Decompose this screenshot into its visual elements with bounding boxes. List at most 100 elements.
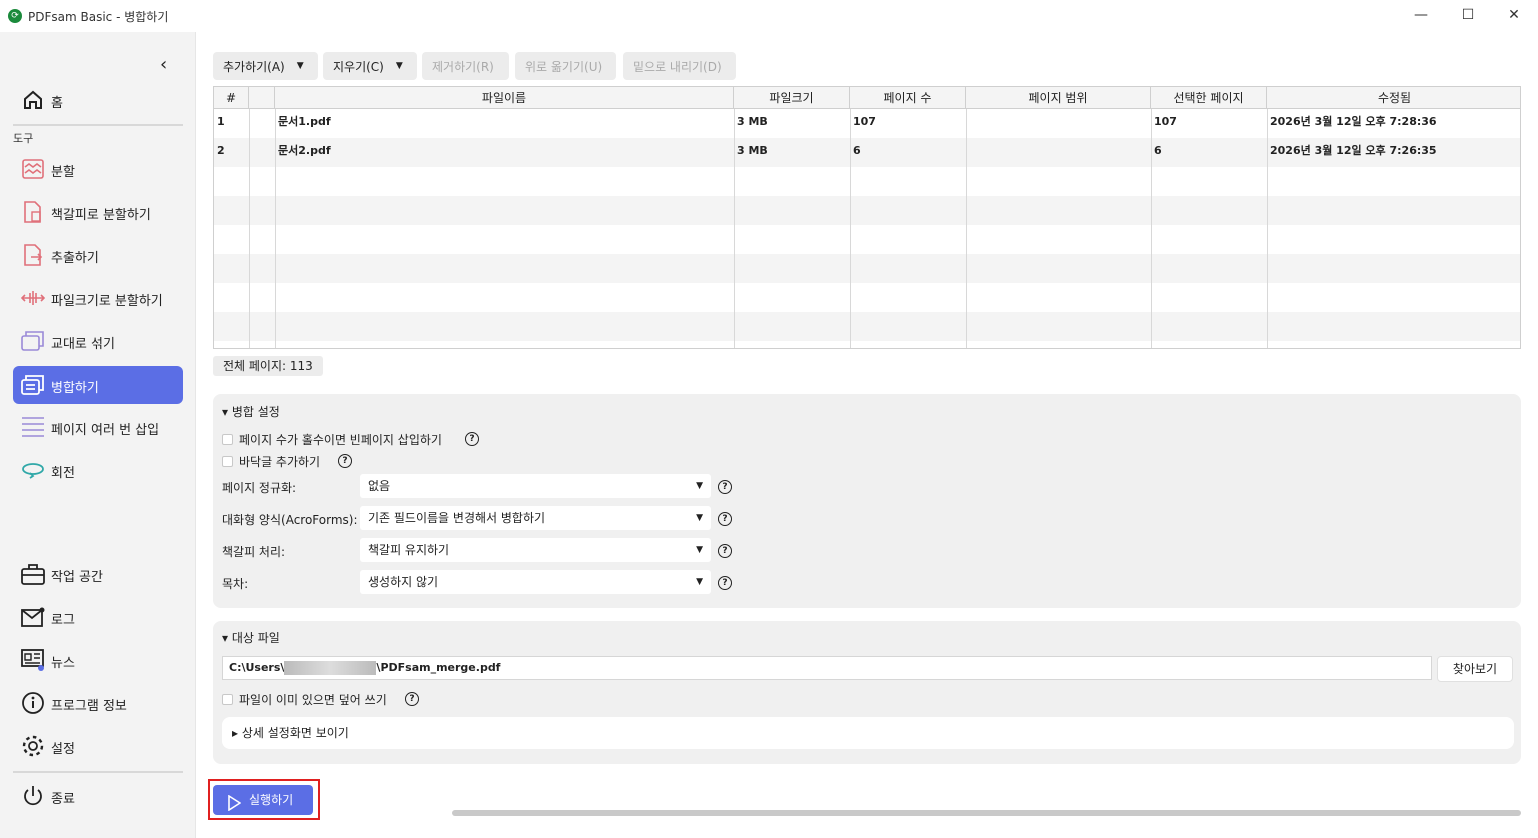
destination-path-input[interactable]: C:\Users\ \PDFsam_merge.pdf (222, 656, 1432, 680)
column-header-icon[interactable] (249, 87, 275, 109)
run-button[interactable]: 실행하기 (213, 785, 313, 815)
overwrite-label[interactable]: 파일이 이미 있으면 덮어 쓰기 (239, 691, 387, 708)
sidebar-item-split[interactable]: 분할 (13, 150, 183, 188)
sidebar-item-log[interactable]: 로그 (13, 598, 183, 636)
cell-selected-pages: 6 (1154, 144, 1162, 157)
section-label-tools: 도구 (13, 132, 34, 145)
cell-size: 3 MB (737, 115, 768, 128)
bookmarks-select[interactable]: 책갈피 유지하기 ▼ (360, 538, 711, 562)
log-icon (21, 606, 45, 628)
close-icon[interactable]: ✕ (1499, 4, 1529, 26)
play-icon (227, 792, 242, 822)
chevron-down-icon: ▼ (395, 61, 403, 71)
help-icon[interactable]: ? (718, 480, 732, 494)
help-icon[interactable]: ? (718, 576, 732, 590)
sidebar-item-info[interactable]: 프로그램 정보 (13, 684, 183, 722)
cell-filename: 문서2.pdf (278, 144, 331, 157)
sidebar-item-extract[interactable]: 추출하기 (13, 236, 183, 274)
help-icon[interactable]: ? (718, 512, 732, 526)
column-header-pages[interactable]: 페이지 수 (850, 87, 966, 109)
insert-pages-icon (21, 416, 45, 438)
empty-row (214, 283, 1520, 312)
help-icon[interactable]: ? (338, 454, 352, 468)
cell-modified: 2026년 3월 12일 오후 7:26:35 (1270, 144, 1437, 157)
merge-settings-header[interactable]: ▾ 병합 설정 (222, 403, 280, 420)
alternate-mix-icon (21, 330, 45, 352)
column-header-page-range[interactable]: 페이지 범위 (966, 87, 1151, 109)
footer-checkbox[interactable] (222, 456, 233, 467)
blank-page-label[interactable]: 페이지 수가 홀수이면 빈페이지 삽입하기 (239, 431, 442, 448)
info-icon (21, 692, 45, 714)
chevron-down-icon: ▼ (696, 577, 703, 587)
sidebar-item-news[interactable]: 뉴스 (13, 641, 183, 679)
browse-button[interactable]: 찾아보기 (1437, 656, 1513, 682)
remove-button[interactable]: 제거하기(R) (422, 52, 509, 80)
main-content: 추가하기(A) ▼ 지우기(C) ▼ 제거하기(R) 위로 옮기기(U) 밑으로 내… (197, 32, 1538, 838)
help-icon[interactable]: ? (405, 692, 419, 706)
forms-label: 대화형 양식(AcroForms): (222, 513, 358, 527)
destination-header[interactable]: ▾ 대상 파일 (222, 629, 280, 646)
sidebar-item-insert-pages[interactable]: 페이지 여러 번 삽입 (13, 408, 183, 446)
sidebar-item-rotate[interactable]: 회전 (13, 451, 183, 489)
normalize-select[interactable]: 없음 ▼ (360, 474, 711, 498)
title-bar: ⟳ PDFsam Basic - 병합하기 — ☐ ✕ (0, 0, 1538, 32)
footer-label[interactable]: 바닥글 추가하기 (239, 453, 320, 470)
extract-icon (21, 244, 45, 266)
split-size-icon (21, 287, 45, 309)
home-icon (21, 89, 45, 111)
table-row[interactable]: 2 문서2.pdf 3 MB 6 6 2026년 3월 12일 오후 7:26:… (214, 138, 1520, 167)
split-bookmarks-icon (21, 201, 45, 223)
table-row[interactable]: 1 문서1.pdf 3 MB 107 107 2026년 3월 12일 오후 7… (214, 109, 1520, 138)
maximize-icon[interactable]: ☐ (1453, 4, 1483, 26)
column-header-modified[interactable]: 수정됨 (1267, 87, 1520, 109)
empty-row (214, 312, 1520, 341)
cell-filename: 문서1.pdf (278, 115, 331, 128)
split-icon (21, 158, 45, 180)
sidebar-item-settings[interactable]: 설정 (13, 727, 183, 765)
column-divider (850, 109, 851, 348)
column-divider (966, 109, 967, 348)
chevron-down-icon: ▼ (696, 545, 703, 555)
chevron-down-icon: ▼ (696, 481, 703, 491)
help-icon[interactable]: ? (465, 432, 479, 446)
triangle-down-icon: ▾ (222, 405, 232, 419)
blank-page-checkbox[interactable] (222, 434, 233, 445)
toc-select[interactable]: 생성하지 않기 ▼ (360, 570, 711, 594)
cell-selected-pages: 107 (1154, 115, 1177, 128)
column-header-number[interactable]: # (214, 87, 249, 109)
advanced-settings-toggle[interactable]: ▸ 상세 설정화면 보이기 (222, 717, 1514, 749)
sidebar-item-merge[interactable]: 병합하기 (13, 366, 183, 404)
rotate-icon (21, 459, 45, 481)
column-header-selected-pages[interactable]: 선택한 페이지 (1151, 87, 1267, 109)
sidebar-item-alternate-mix[interactable]: 교대로 섞기 (13, 322, 183, 360)
sidebar-item-split-bookmarks[interactable]: 책갈피로 분할하기 (13, 193, 183, 231)
column-divider (1151, 109, 1152, 348)
sidebar: ‹ 홈 도구 분할 책갈피로 분할하기 추출하기 파일크기로 분할하기 교대로 … (0, 32, 196, 838)
empty-row (214, 254, 1520, 283)
chevron-down-icon: ▼ (296, 61, 304, 71)
file-table[interactable]: # 파일이름 파일크기 페이지 수 페이지 범위 선택한 페이지 수정됨 1 문… (213, 86, 1521, 349)
chevron-left-icon[interactable]: ‹ (160, 54, 167, 75)
news-icon (21, 649, 45, 671)
move-up-button[interactable]: 위로 옮기기(U) (515, 52, 616, 80)
sidebar-item-home[interactable]: 홈 (13, 81, 183, 119)
overwrite-checkbox[interactable] (222, 694, 233, 705)
workspace-icon (21, 563, 45, 585)
sidebar-item-split-size[interactable]: 파일크기로 분할하기 (13, 279, 183, 317)
column-header-filename[interactable]: 파일이름 (275, 87, 734, 109)
window-title: PDFsam Basic - 병합하기 (28, 10, 169, 24)
cell-modified: 2026년 3월 12일 오후 7:28:36 (1270, 115, 1437, 128)
add-button[interactable]: 추가하기(A) ▼ (213, 52, 318, 80)
column-divider (275, 109, 276, 348)
forms-select[interactable]: 기존 필드이름을 변경해서 병합하기 ▼ (360, 506, 711, 530)
clear-button[interactable]: 지우기(C) ▼ (323, 52, 417, 80)
column-divider (734, 109, 735, 348)
merge-icon (21, 374, 45, 396)
help-icon[interactable]: ? (718, 544, 732, 558)
power-icon (21, 785, 45, 807)
minimize-icon[interactable]: — (1406, 4, 1436, 26)
move-down-button[interactable]: 밑으로 내리기(D) (623, 52, 736, 80)
sidebar-item-workspace[interactable]: 작업 공간 (13, 555, 183, 593)
column-header-size[interactable]: 파일크기 (734, 87, 850, 109)
sidebar-item-exit[interactable]: 종료 (13, 777, 183, 815)
